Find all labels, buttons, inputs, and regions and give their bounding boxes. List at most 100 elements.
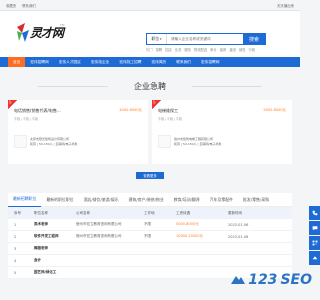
row-job[interactable]: 园艺师/绿化工 bbox=[34, 270, 76, 275]
hot-keyword[interactable]: 行政 bbox=[249, 47, 256, 52]
row-salary: 5000-8000元 bbox=[176, 222, 199, 226]
col-header: 更新时间 bbox=[228, 210, 242, 215]
search-button[interactable]: 搜索 bbox=[243, 34, 265, 44]
hot-keyword[interactable]: 招聘 bbox=[156, 47, 163, 52]
view-more-button[interactable]: 查看更多 bbox=[136, 172, 164, 179]
tab[interactable]: 教育/培训/翻译 bbox=[169, 193, 205, 207]
row-salary: 10000-20000元 bbox=[176, 234, 204, 238]
nav-item[interactable]: 宏伟招聘网 bbox=[25, 57, 53, 67]
job-card[interactable]: 急 电梯维保工 5000-8000元 不限 | 不限 | 不限 宿州市建筑电梯工… bbox=[152, 100, 292, 164]
hot-keyword[interactable]: 招店 bbox=[165, 47, 172, 52]
row-location: 不限 bbox=[144, 234, 151, 238]
hot-keyword[interactable]: 销售 bbox=[239, 47, 246, 52]
hot-keyword[interactable]: 装修 bbox=[220, 47, 227, 52]
logo-mark-icon bbox=[17, 23, 29, 42]
row-location: 不限 bbox=[144, 222, 151, 226]
hot-keyword[interactable]: 服务 bbox=[184, 47, 191, 52]
hot-keyword[interactable]: 建设 bbox=[229, 47, 236, 52]
watermark-prefix: 123 bbox=[248, 272, 278, 288]
urgent-badge: 急 bbox=[152, 100, 161, 109]
table-row[interactable]: 2 软件开发工程师 宿州市宏立教育咨询有限公司 不限 10000-20000元 … bbox=[8, 231, 292, 243]
tab[interactable]: 最新的职位职位 bbox=[41, 193, 78, 207]
search-input[interactable] bbox=[167, 34, 243, 44]
row-company[interactable]: 宿州市宏立教育咨询有限公司 bbox=[76, 222, 144, 227]
row-job[interactable]: 会计 bbox=[34, 258, 76, 263]
nav-item[interactable]: 宏伟简历 bbox=[147, 57, 172, 67]
job-salary: 4000-6000元 bbox=[119, 108, 142, 112]
company-info: 宿州市建筑电梯工程有限公司 民营 | 50-150人 | 互联网/电子商务 bbox=[158, 135, 286, 148]
nav-item[interactable]: 宏伟人才园区 bbox=[54, 57, 86, 67]
chevron-down-icon: ▾ bbox=[160, 37, 162, 41]
nav-item-home[interactable]: 首页 bbox=[8, 57, 26, 67]
table-row[interactable]: 3 舞蹈老师 bbox=[8, 243, 292, 255]
job-card[interactable]: 急 电话销售(销售代表/电售... 4000-6000元 不限 | 不限 | 不… bbox=[8, 100, 148, 164]
search-type-select[interactable]: 职位 ▾ bbox=[147, 34, 167, 44]
nav-item[interactable]: 宏伟招聘网 bbox=[196, 57, 224, 67]
job-title[interactable]: 电话销售(销售代表/电售... bbox=[14, 108, 61, 114]
contact-link[interactable]: 联系我们 bbox=[22, 3, 36, 8]
tab[interactable]: 酒店/餐饮/旅游/娱乐 bbox=[79, 193, 124, 207]
company-meta: 民营 | 50-150人 | 互联网/电子商务 bbox=[30, 141, 78, 146]
company-info: 太原市阳光建筑设计有限公司 民营 | 50-150人 | 互联网/电子商务 bbox=[14, 135, 142, 148]
row-date: 2023-01-06 bbox=[228, 222, 249, 227]
watermark-icon bbox=[231, 276, 246, 284]
company-logo bbox=[14, 135, 27, 148]
row-index: 2 bbox=[14, 234, 17, 239]
urgent-jobs: 急 电话销售(销售代表/电售... 4000-6000元 不限 | 不限 | 不… bbox=[8, 100, 292, 164]
watermark-text: SEO bbox=[280, 272, 312, 288]
logo-text: 灵才网 bbox=[30, 26, 64, 40]
row-job[interactable]: 美术老师 bbox=[34, 222, 76, 227]
category-tabs: 最新招聘职位 最新的职位职位 酒店/餐饮/旅游/娱乐 建筑/房产/装修/物业 教… bbox=[8, 193, 292, 207]
row-job[interactable]: 软件开发工程师 bbox=[34, 234, 76, 239]
col-header: 工资待遇 bbox=[176, 210, 190, 215]
row-date: 2023-01-06 bbox=[228, 234, 249, 239]
tab-latest[interactable]: 最新招聘职位 bbox=[8, 193, 42, 207]
watermark: 123 SEO bbox=[231, 272, 312, 288]
hot-keyword[interactable]: 业务 bbox=[175, 47, 182, 52]
section-title: 企业急聘 bbox=[0, 81, 300, 92]
hot-keywords: 热门 招聘 招店 业务 服务 物流配送 审计 装修 建设 销售 行政 bbox=[146, 47, 266, 52]
col-header: 职位名称 bbox=[34, 210, 48, 215]
chat-icon[interactable] bbox=[309, 221, 320, 235]
nav-item[interactable]: 宏伟找工招聘 bbox=[114, 57, 146, 67]
row-index: 5 bbox=[14, 270, 17, 275]
phone-icon[interactable] bbox=[309, 206, 320, 220]
table-header: 序号 职位名称 公司名称 工作地 工资待遇 更新时间 bbox=[8, 207, 292, 219]
favorites-link[interactable]: 收藏夹 bbox=[6, 3, 16, 8]
topbar-right-link[interactable]: 天天播出来 bbox=[277, 3, 294, 8]
hot-keyword[interactable]: 审计 bbox=[210, 47, 217, 52]
tab[interactable]: 汽车及零配件 bbox=[205, 193, 238, 207]
logo-tm: TM bbox=[60, 23, 65, 27]
row-index: 3 bbox=[14, 246, 17, 251]
top-icon[interactable] bbox=[309, 251, 320, 265]
table-row[interactable]: 1 美术老师 宿州市宏立教育咨询有限公司 不限 5000-8000元 2023-… bbox=[8, 219, 292, 231]
table-row[interactable]: 4 会计 bbox=[8, 255, 292, 267]
col-header: 公司名称 bbox=[76, 210, 90, 215]
search-type-label: 职位 bbox=[151, 36, 160, 41]
job-salary: 5000-8000元 bbox=[263, 108, 286, 112]
job-title[interactable]: 电梯维保工 bbox=[158, 108, 178, 114]
qr-icon[interactable] bbox=[309, 236, 320, 250]
hot-keyword[interactable]: 物流配送 bbox=[194, 47, 207, 52]
row-index: 4 bbox=[14, 258, 17, 263]
header: 灵才网 TM 职位 ▾ 搜索 热门 招聘 招店 业务 服务 物流配送 审计 装修… bbox=[0, 11, 300, 57]
search-area: 职位 ▾ 搜索 热门 招聘 招店 业务 服务 物流配送 审计 装修 建设 销售 … bbox=[146, 33, 266, 52]
tab[interactable]: 批发/零售/采购 bbox=[238, 193, 274, 207]
company-meta: 民营 | 50-150人 | 互联网/电子商务 bbox=[174, 141, 222, 146]
nav-item[interactable]: 宏伟找企业 bbox=[86, 57, 114, 67]
col-header: 序号 bbox=[14, 210, 21, 215]
row-job[interactable]: 舞蹈老师 bbox=[34, 246, 76, 251]
company-logo bbox=[158, 135, 171, 148]
row-index: 1 bbox=[14, 222, 17, 227]
nav-item[interactable]: 联系我们 bbox=[171, 57, 196, 67]
main-nav: 首页 宏伟招聘网 宏伟人才园区 宏伟找企业 宏伟找工招聘 宏伟简历 联系我们 宏… bbox=[0, 57, 300, 67]
job-table: 序号 职位名称 公司名称 工作地 工资待遇 更新时间 1 美术老师 宿州市宏立教… bbox=[8, 207, 292, 279]
topbar: 收藏夹 联系我们 天天播出来 bbox=[0, 0, 300, 11]
urgent-badge: 急 bbox=[8, 100, 17, 109]
logo[interactable]: 灵才网 TM bbox=[16, 20, 66, 48]
row-company[interactable]: 宿州市宏立教育咨询有限公司 bbox=[76, 234, 144, 239]
col-header: 工作地 bbox=[144, 210, 155, 215]
job-meta: 不限 | 不限 | 不限 bbox=[158, 117, 182, 121]
tab[interactable]: 建筑/房产/装修/物业 bbox=[124, 193, 169, 207]
job-meta: 不限 | 不限 | 不限 bbox=[14, 117, 38, 121]
